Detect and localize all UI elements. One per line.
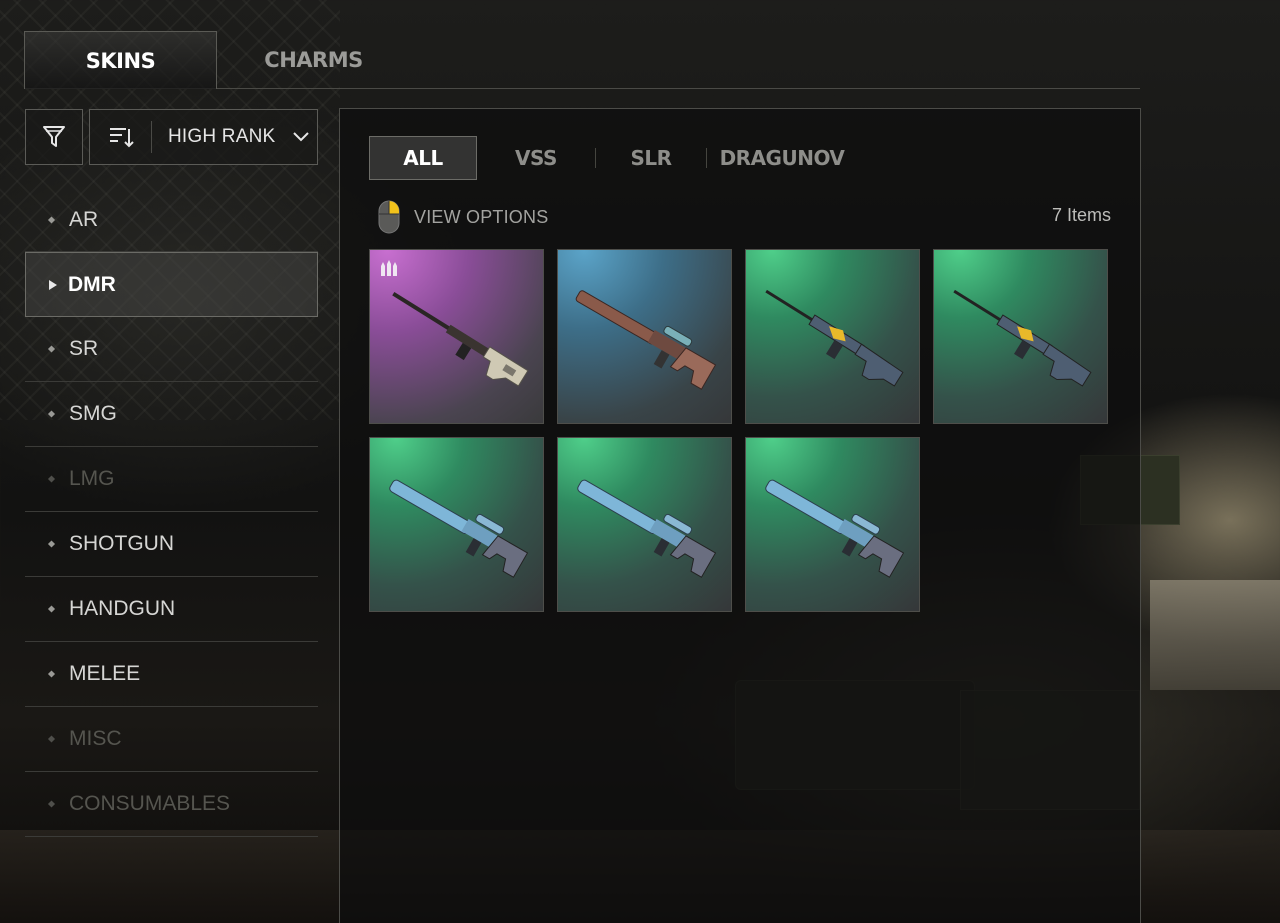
weapon-filter-tabs: ALL VSS SLR DRAGUNOV [369,136,857,180]
category-dmr[interactable]: DMR [25,252,318,317]
top-tab-bar: SKINS CHARMS [24,31,1140,89]
skin-card[interactable] [369,249,544,424]
vss-rifle-icon [765,479,905,578]
category-sr[interactable]: SR [25,317,318,382]
skin-card[interactable] [557,437,732,612]
sort-icon [90,121,152,153]
filter-button[interactable] [25,109,83,165]
bullet-icon [47,800,56,808]
view-options-button[interactable]: VIEW OPTIONS [378,199,548,235]
tab-vss[interactable]: VSS [477,136,595,180]
vss-rifle-icon [575,290,717,390]
category-label: HANDGUN [69,597,176,620]
category-list: AR DMR SR SMG LMG SHOTGUN HANDGUN MELEE … [25,188,318,837]
vss-rifle-icon [577,479,717,578]
category-shotgun[interactable]: SHOTGUN [25,512,318,577]
item-count: 7 Items [1051,205,1111,225]
bullet-icon [47,670,56,678]
skin-card[interactable] [557,249,732,424]
chevron-down-icon [293,132,310,142]
bullet-icon [47,475,56,483]
category-lmg: LMG [25,447,318,512]
category-smg[interactable]: SMG [25,382,318,447]
view-options-label: VIEW OPTIONS [414,206,549,227]
skins-panel: ALL VSS SLR DRAGUNOV VIEW OPTIONS 7 Item… [339,108,1141,923]
bullet-icon [47,735,56,743]
tab-skins[interactable]: SKINS [24,31,217,89]
category-label: CONSUMABLES [69,792,231,815]
tab-charms[interactable]: CHARMS [217,31,410,89]
category-handgun[interactable]: HANDGUN [25,577,318,642]
category-consumables: CONSUMABLES [25,772,318,837]
vss-rifle-icon [389,479,529,578]
skin-card[interactable] [369,437,544,612]
category-melee[interactable]: MELEE [25,642,318,707]
category-ar[interactable]: AR [25,188,318,252]
bullet-icon [47,345,56,353]
sort-label: HIGH RANK [168,126,276,147]
background-shelf [1150,580,1280,690]
bullet-icon [47,540,56,548]
category-label: MELEE [69,662,141,685]
skin-card[interactable] [745,437,920,612]
skin-card[interactable] [745,249,920,424]
category-label: AR [69,207,99,231]
category-label: SHOTGUN [69,532,174,555]
slr-rifle-icon [953,289,1092,387]
bullet-icon [47,215,56,224]
category-label: SR [69,337,99,360]
mouse-icon [378,200,400,234]
filter-icon [43,126,65,147]
dragunov-rifle-icon [392,291,529,387]
category-label: MISC [69,727,122,750]
tab-dragunov[interactable]: DRAGUNOV [707,136,857,180]
skin-card[interactable] [933,249,1108,424]
tab-slr[interactable]: SLR [596,136,706,180]
category-misc: MISC [25,707,318,772]
tab-all[interactable]: ALL [369,136,477,180]
bullet-icon [47,605,56,613]
slr-rifle-icon [765,289,904,387]
play-arrow-icon [49,279,57,290]
bullet-icon [47,410,56,418]
category-label: DMR [68,272,116,296]
category-label: SMG [69,402,117,425]
sort-dropdown[interactable]: HIGH RANK [89,109,318,165]
category-label: LMG [69,467,115,490]
